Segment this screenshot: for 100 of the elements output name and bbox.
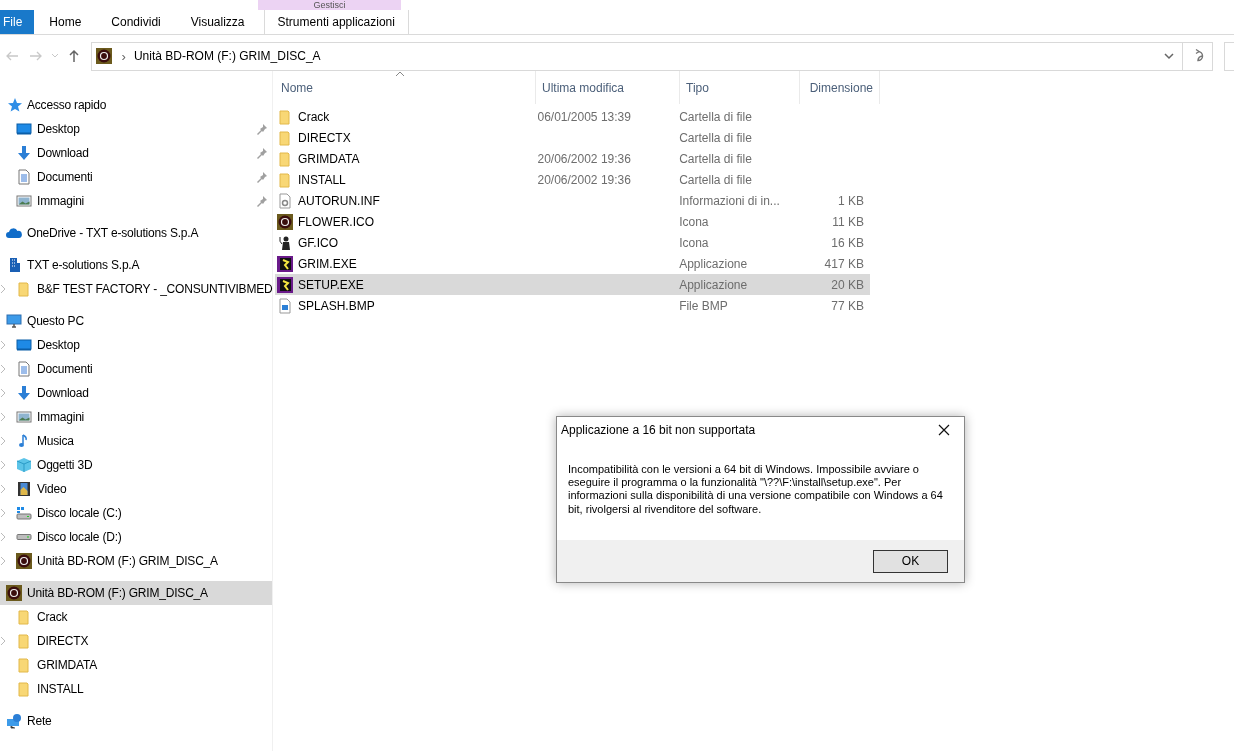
- nav-item[interactable]: OneDrive - TXT e-solutions S.p.A: [0, 221, 272, 245]
- folder-icon: [16, 281, 32, 297]
- emblem-icon: [277, 213, 293, 230]
- nav-item[interactable]: Rete: [0, 709, 272, 733]
- chevron-icon: [0, 341, 6, 349]
- folder-icon: [277, 150, 293, 167]
- file-row[interactable]: AUTORUN.INF Informazioni di in... 1 KB: [275, 190, 870, 211]
- nav-item[interactable]: B&F TEST FACTORY - _CONSUNTIVIBMED: [0, 277, 272, 301]
- emblem-icon: [16, 553, 32, 569]
- gear-file-icon: [277, 192, 293, 209]
- nav-item[interactable]: Immagini: [0, 405, 272, 429]
- pin-icon: [256, 123, 268, 135]
- nav-item[interactable]: Disco locale (D:): [0, 525, 272, 549]
- file-row[interactable]: SETUP.EXE Applicazione 20 KB: [275, 274, 870, 295]
- file-row[interactable]: Crack 06/01/2005 13:39 Cartella di file: [275, 106, 870, 127]
- address-path: Unità BD-ROM (F:) GRIM_DISC_A: [133, 49, 322, 63]
- file-type: Cartella di file: [679, 109, 752, 124]
- chevron-icon: [0, 365, 6, 373]
- column-header[interactable]: Tipo: [680, 71, 800, 104]
- ribbon-tab[interactable]: Condividi: [96, 10, 176, 34]
- emblem-icon: [6, 585, 22, 601]
- nav-item[interactable]: GRIMDATA: [0, 653, 272, 677]
- nav-item[interactable]: Documenti: [0, 357, 272, 381]
- chevron-icon: [0, 413, 6, 421]
- file-name: SPLASH.BMP: [298, 298, 375, 313]
- caret-icon: [1164, 52, 1175, 60]
- file-row[interactable]: FLOWER.ICO Icona 11 KB: [275, 211, 870, 232]
- nav-item[interactable]: Video: [0, 477, 272, 501]
- file-type: Icona: [679, 214, 709, 229]
- dialog-message: Incompatibilità con le versioni a 64 bit di Windows. Impossibile avviare o eseguire il programma o la funzionalità "\??\F:\install\setup.exe". Per informazioni sulla disponibilità di una versione compatibile con Windows a 64 bit, rivolgersi al rivenditore del software.: [568, 463, 944, 516]
- refresh-button[interactable]: [1183, 41, 1214, 71]
- file-size: 16 KB: [831, 235, 864, 250]
- column-header[interactable]: Nome: [275, 71, 536, 104]
- nav-item[interactable]: Crack: [0, 605, 272, 629]
- column-header[interactable]: Ultima modifica: [536, 71, 680, 104]
- chevron-icon: [0, 389, 6, 397]
- film-icon: [16, 481, 32, 497]
- document-icon: [16, 169, 32, 185]
- nav-item[interactable]: Oggetti 3D: [0, 453, 272, 477]
- image-file-icon: [277, 297, 293, 314]
- ribbon-tab[interactable]: Strumenti applicazioni: [263, 10, 409, 34]
- nav-item[interactable]: Accesso rapido: [0, 93, 272, 117]
- folder-icon: [16, 609, 32, 625]
- file-name: GRIM.EXE: [298, 256, 357, 271]
- network-icon: [6, 713, 22, 729]
- nav-item[interactable]: Download: [0, 381, 272, 405]
- nav-item[interactable]: Desktop: [0, 117, 272, 141]
- emblem-icon: [95, 48, 112, 64]
- ribbon-tab[interactable]: File: [0, 10, 35, 34]
- nav-item[interactable]: Desktop: [0, 333, 272, 357]
- file-row[interactable]: GF.ICO Icona 16 KB: [275, 232, 870, 253]
- folder-icon: [16, 681, 32, 697]
- nav-item[interactable]: Disco locale (C:): [0, 501, 272, 525]
- chevron-icon: [0, 557, 6, 565]
- down-arrow-icon: [16, 385, 32, 401]
- file-row[interactable]: GRIMDATA 20/06/2002 19:36 Cartella di file: [275, 148, 870, 169]
- ribbon-tab[interactable]: Visualizza: [175, 10, 260, 34]
- nav-item[interactable]: Musica: [0, 429, 272, 453]
- address-bar[interactable]: › Unità BD-ROM (F:) GRIM_DISC_A: [90, 41, 1184, 71]
- file-name: SETUP.EXE: [298, 277, 364, 292]
- column-header[interactable]: Dimensione: [800, 71, 880, 104]
- nav-item[interactable]: DIRECTX: [0, 629, 272, 653]
- cube-icon: [16, 457, 32, 473]
- file-type: Cartella di file: [679, 151, 752, 166]
- nav-item[interactable]: INSTALL: [0, 677, 272, 701]
- folder-icon: [277, 108, 293, 125]
- file-size: 1 KB: [837, 193, 864, 208]
- file-name: FLOWER.ICO: [298, 214, 374, 229]
- chevron-icon: [0, 485, 6, 493]
- nav-item[interactable]: Unità BD-ROM (F:) GRIM_DISC_A: [0, 549, 272, 573]
- dialog-title: Applicazione a 16 bit non supportata: [561, 423, 756, 437]
- chevron-icon: [0, 437, 6, 445]
- file-row[interactable]: SPLASH.BMP File BMP 77 KB: [275, 295, 870, 316]
- file-name: GRIMDATA: [298, 151, 360, 166]
- chevron-icon: [0, 461, 6, 469]
- file-type: File BMP: [679, 298, 728, 313]
- file-row[interactable]: INSTALL 20/06/2002 19:36 Cartella di file: [275, 169, 870, 190]
- chevron-icon: [0, 509, 6, 517]
- search-field[interactable]: [1224, 41, 1234, 71]
- file-size: 11 KB: [832, 214, 864, 229]
- right-arrow-icon: [28, 49, 43, 63]
- ribbon-tab[interactable]: Home: [34, 10, 97, 34]
- nav-item[interactable]: Immagini: [0, 189, 272, 213]
- ok-button[interactable]: OK: [873, 549, 948, 573]
- nav-item[interactable]: Unità BD-ROM (F:) GRIM_DISC_A: [0, 581, 272, 605]
- left-arrow-icon: [4, 49, 19, 63]
- breadcrumb-separator: ›: [121, 48, 126, 64]
- folder-icon: [16, 657, 32, 673]
- computer-icon: [6, 313, 22, 329]
- file-name: Crack: [298, 109, 330, 124]
- down-arrow-icon: [16, 145, 32, 161]
- file-row[interactable]: GRIM.EXE Applicazione 417 KB: [275, 253, 870, 274]
- nav-item[interactable]: Download: [0, 141, 272, 165]
- figure-icon: [277, 234, 293, 251]
- file-row[interactable]: DIRECTX Cartella di file: [275, 127, 870, 148]
- nav-item[interactable]: TXT e-solutions S.p.A: [0, 253, 272, 277]
- modified-date: 20/06/2002 19:36: [537, 172, 631, 187]
- nav-item[interactable]: Questo PC: [0, 309, 272, 333]
- nav-item[interactable]: Documenti: [0, 165, 272, 189]
- file-type: Icona: [679, 235, 709, 250]
